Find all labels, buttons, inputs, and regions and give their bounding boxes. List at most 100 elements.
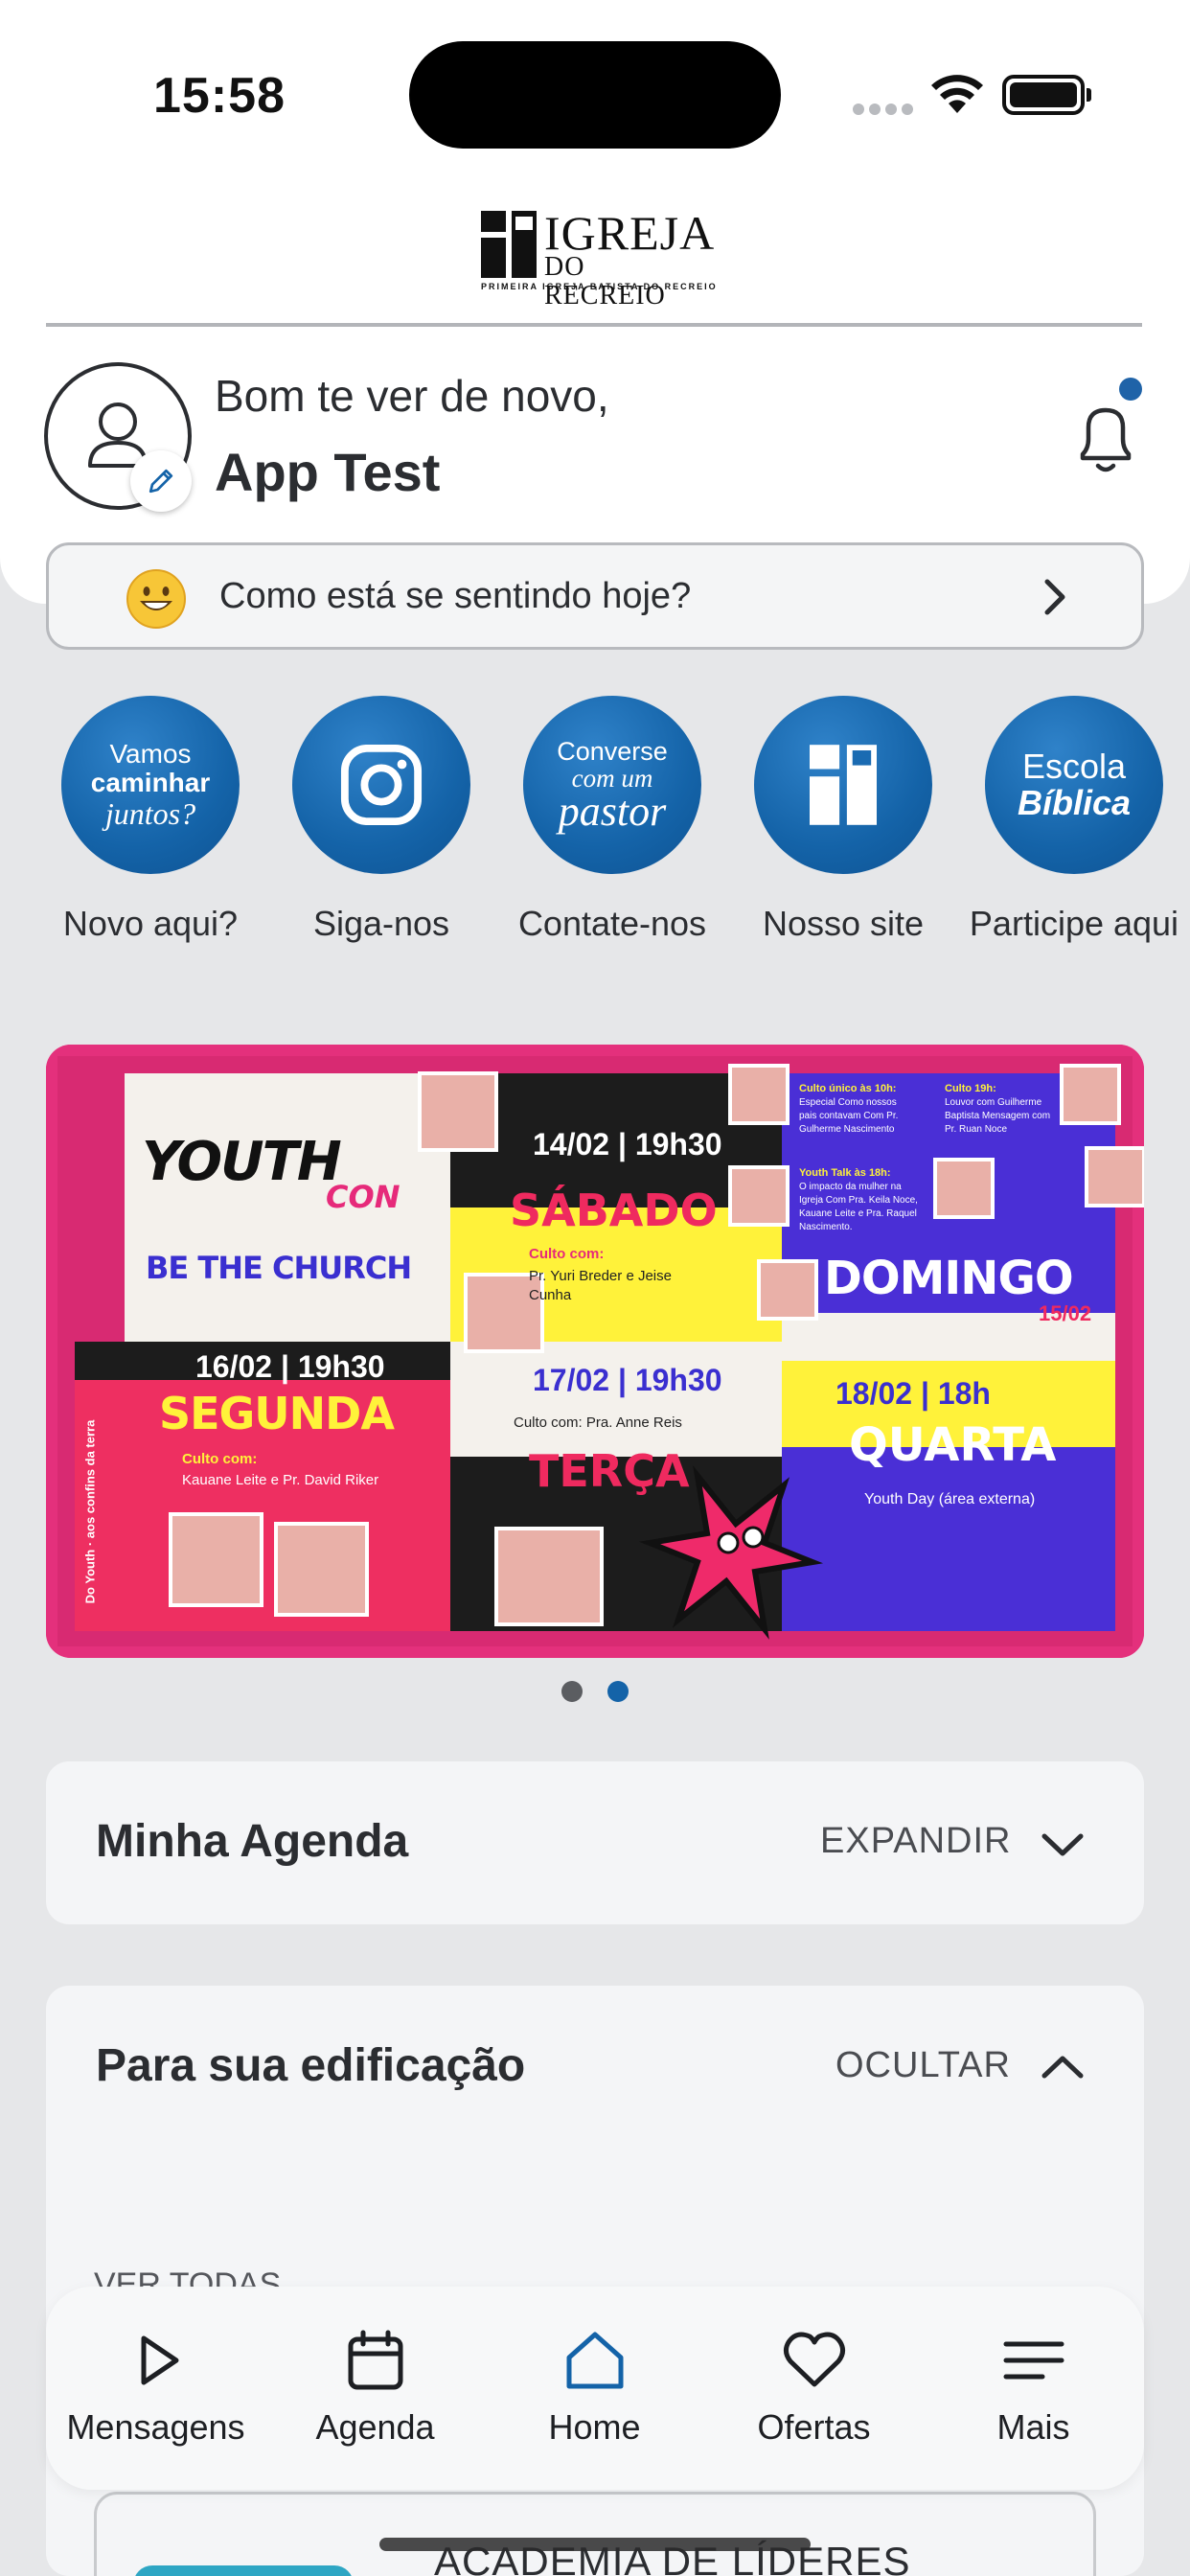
banner-side-text: Do Youth · aos confins da terra (82, 1419, 98, 1604)
smiley-emoji-icon (126, 569, 186, 629)
segunda-names: Kauane Leite e Pr. David Riker (182, 1472, 379, 1488)
notification-badge (1119, 378, 1142, 401)
nav-label: Ofertas (757, 2407, 871, 2447)
banner-brand-youth: YOUTH (142, 1131, 342, 1193)
quick-action-website[interactable]: Nosso site (733, 696, 953, 947)
quarta-day: QUARTA (849, 1418, 1057, 1472)
banner-brand-con: CON (326, 1179, 400, 1215)
circle-text: Bíblica (1017, 783, 1132, 822)
agenda-card[interactable]: Minha Agenda EXPANDIR (46, 1761, 1144, 1924)
quick-action-label: Novo aqui? (62, 904, 239, 943)
event-banner[interactable]: YOUTH CON BE THE CHURCH 14/02 | 19h30 SÁ… (46, 1045, 1144, 1658)
academy-card[interactable]: ACADEMIA DE LÍDERES (94, 2492, 1096, 2576)
nav-item-mais[interactable]: Mais (924, 2327, 1143, 2448)
home-indicator (379, 2538, 811, 2551)
wifi-icon (931, 75, 983, 113)
logo-tagline: PRIMEIRA IGREJA BATISTA DO RECREIO (481, 282, 718, 291)
quarta-names: Youth Day (área externa) (864, 1491, 1036, 1507)
terca-day: TERÇA (529, 1445, 690, 1497)
notification-bell-icon[interactable] (1069, 395, 1142, 477)
church-logo-icon (754, 696, 932, 874)
nav-label: Agenda (315, 2407, 435, 2447)
bottom-navigation: Mensagens Agenda Home Ofertas Mais (46, 2287, 1144, 2490)
menu-icon (1003, 2341, 1064, 2380)
sabado-day: SÁBADO (510, 1184, 718, 1236)
calendar-icon (348, 2330, 402, 2390)
sabado-when: 14/02 | 19h30 (533, 1127, 722, 1162)
quarta-when: 18/02 | 18h (835, 1376, 991, 1411)
quick-action-label: Siga-nos (312, 904, 450, 943)
carousel-dot-active[interactable] (607, 1681, 629, 1702)
chevron-down-icon[interactable] (1039, 1830, 1087, 1859)
sabado-head: Culto com: (529, 1246, 605, 1262)
circle-text: juntos? (104, 796, 196, 831)
chevron-up-icon[interactable] (1039, 2053, 1087, 2082)
bible-school-icon: Escola Bíblica (985, 696, 1163, 874)
segunda-day: SEGUNDA (159, 1388, 395, 1439)
pastor-chat-icon: Converse com um pastor (523, 696, 701, 874)
circle-text: pastor (558, 788, 667, 835)
instagram-glyph (340, 744, 423, 826)
domingo-date: 15/02 (1039, 1301, 1092, 1325)
circle-text: Escola (1021, 747, 1127, 786)
nav-label: Mensagens (66, 2407, 245, 2447)
see-all-link[interactable]: VER TODAS (94, 2264, 281, 2288)
hide-button[interactable]: OCULTAR (835, 2045, 1011, 2086)
circle-text: caminhar (90, 768, 211, 797)
church-logo[interactable]: IGREJA DO RECREIO PRIMEIRA IGREJA BATIST… (481, 209, 716, 310)
domingo-talk-text: O impacto da mulher na Igreja Com Pra. K… (799, 1182, 918, 1232)
domingo-culto10-text: Especial Como nossos pais contavam Com P… (799, 1097, 899, 1135)
carousel-dot[interactable] (561, 1681, 583, 1702)
church-logo-glyph (810, 745, 877, 825)
domingo-culto19-text: Louvor com Guilherme Baptista Mensagem c… (945, 1097, 1051, 1135)
agenda-card-title: Minha Agenda (96, 1816, 409, 1867)
domingo-culto10-title: Culto único às 10h: (799, 1083, 897, 1094)
domingo-talk-title: Youth Talk às 18h: (799, 1167, 891, 1179)
header: 15:58 IGREJA DO RECREIO PRIMEIRA IGREJA … (0, 0, 1190, 604)
domingo-day: DOMINGO (824, 1252, 1074, 1305)
nav-item-ofertas[interactable]: Ofertas (704, 2327, 924, 2448)
segunda-when: 16/02 | 19h30 (195, 1349, 385, 1384)
play-icon (141, 2335, 178, 2385)
quick-action-label: Nosso site (762, 904, 925, 943)
quick-action-label: Participe aqui (969, 904, 1179, 943)
nav-item-mensagens[interactable]: Mensagens (46, 2327, 265, 2448)
logo-title: IGREJA (544, 206, 716, 260)
banner-tagline: BE THE CHURCH (146, 1250, 412, 1286)
quick-action-contact[interactable]: Converse com um pastor Contate-nos (502, 696, 722, 947)
terca-names: Culto com: Pra. Anne Reis (514, 1414, 682, 1431)
edification-card-title: Para sua edificação (96, 2040, 526, 2091)
nav-label: Mais (996, 2407, 1070, 2447)
heart-icon (783, 2332, 845, 2387)
battery-icon (1002, 75, 1091, 115)
header-divider (46, 323, 1142, 327)
segunda-head: Culto com: (182, 1451, 258, 1467)
greeting-line: Bom te ver de novo, (215, 371, 609, 421)
dynamic-island (409, 41, 781, 149)
expand-button[interactable]: EXPANDIR (820, 1821, 1011, 1862)
academy-thumbnail (133, 2565, 354, 2576)
mood-checkin-button[interactable]: Como está se sentindo hoje? (46, 542, 1144, 650)
edit-avatar-button[interactable] (130, 450, 192, 512)
cellular-signal-icon (853, 104, 914, 115)
status-time: 15:58 (153, 68, 286, 124)
domingo-culto19-title: Culto 19h: (945, 1083, 996, 1094)
quick-action-new-here[interactable]: Vamos caminhar juntos? Novo aqui? (40, 696, 261, 947)
circle-text: Converse (557, 737, 668, 766)
chevron-right-icon (1044, 579, 1065, 615)
terca-when: 17/02 | 19h30 (533, 1363, 722, 1397)
nav-label: Home (548, 2407, 641, 2447)
quick-action-label: Contate-nos (517, 904, 707, 943)
nav-item-agenda[interactable]: Agenda (265, 2327, 485, 2448)
user-name: App Test (215, 442, 441, 502)
circle-text: Vamos (109, 739, 192, 769)
instagram-icon (292, 696, 470, 874)
quick-action-follow-us[interactable]: Siga-nos (271, 696, 492, 947)
home-icon (566, 2332, 623, 2389)
sabado-names: Pr. Yuri Breder e Jeise Cunha (529, 1268, 672, 1303)
church-logo-icon (481, 211, 537, 278)
mood-prompt: Como está se sentindo hoje? (219, 576, 692, 616)
walk-together-icon: Vamos caminhar juntos? (61, 696, 240, 874)
nav-item-home[interactable]: Home (485, 2327, 704, 2448)
quick-action-participate[interactable]: Escola Bíblica Participe aqui (964, 696, 1184, 947)
